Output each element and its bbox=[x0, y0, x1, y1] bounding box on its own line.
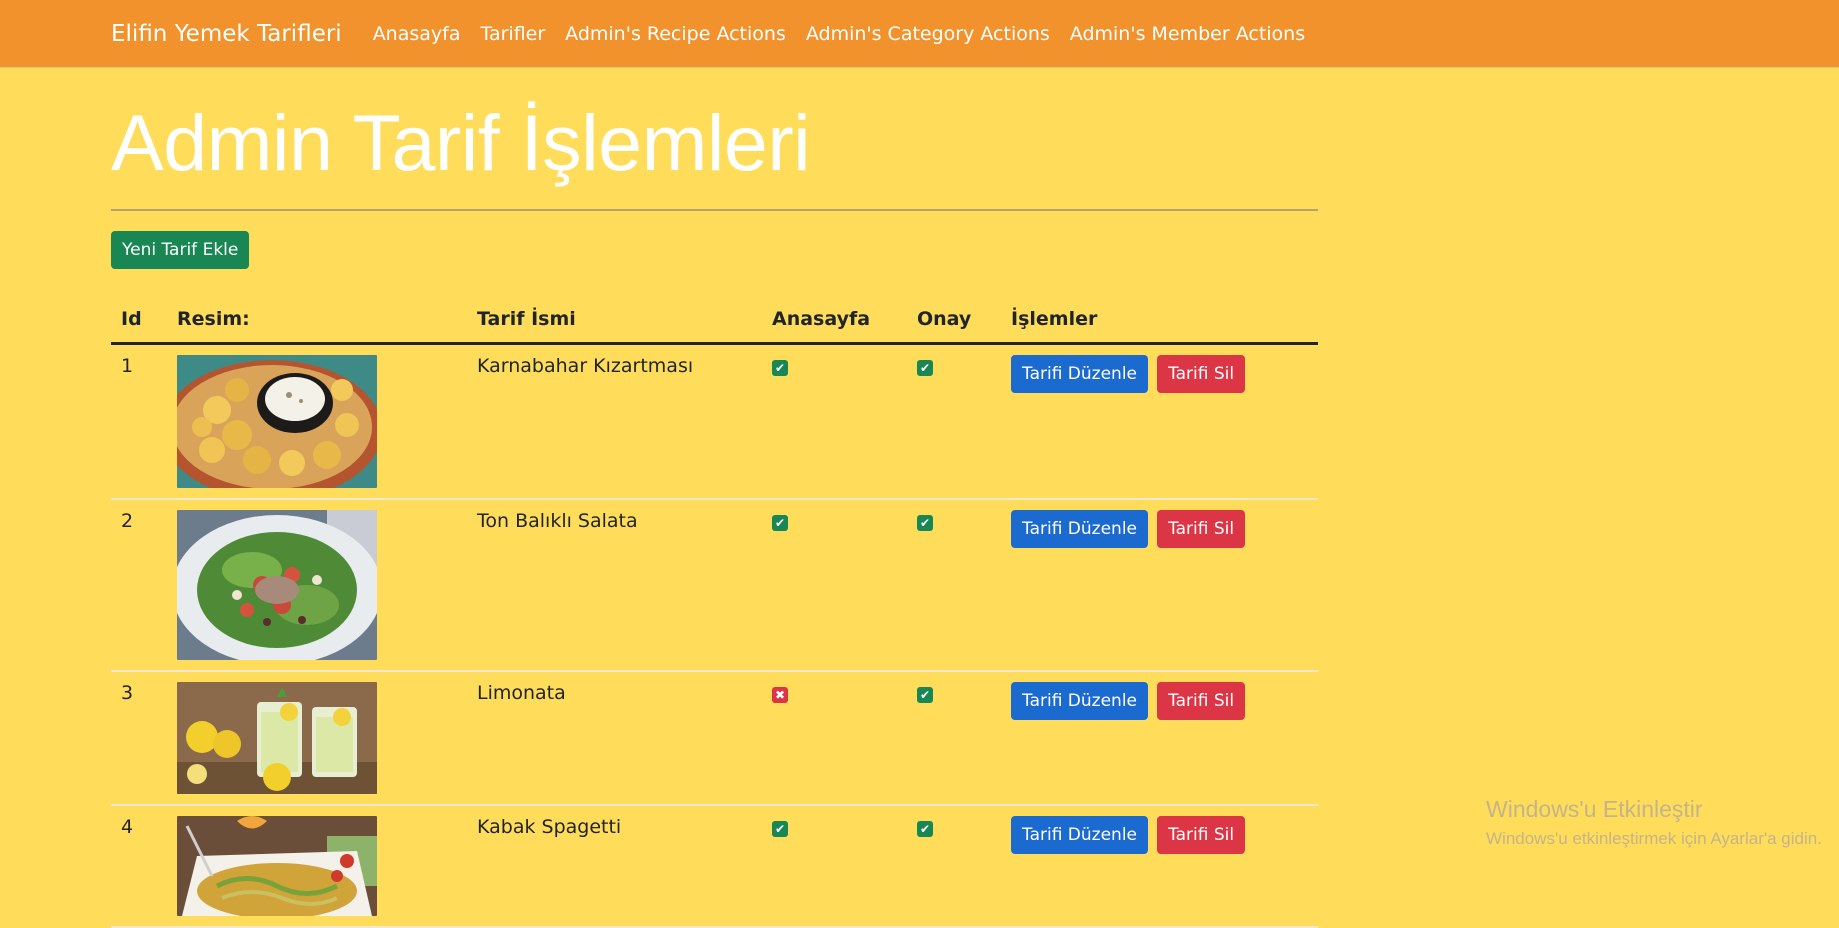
watermark-title: Windows'u Etkinleştir bbox=[1486, 796, 1703, 822]
header-homepage: Anasayfa bbox=[762, 299, 907, 345]
cell-id: 2 bbox=[111, 498, 167, 672]
recipe-image bbox=[177, 681, 377, 794]
check-icon: ✔ bbox=[917, 359, 933, 376]
table-row: 1 Karnabahar Kızartması ✔ ✔ Tarifi Düzen… bbox=[111, 343, 1318, 500]
nav-link-member-actions[interactable]: Admin's Member Actions bbox=[1070, 23, 1305, 45]
check-icon: ✔ bbox=[917, 514, 933, 531]
nav-link-anasayfa[interactable]: Anasayfa bbox=[373, 23, 461, 45]
check-icon: ✔ bbox=[917, 820, 933, 837]
recipe-image bbox=[177, 354, 377, 488]
table-row: 4 Kabak Spagetti ✔ ✔ Tarifi Düzenle Tari… bbox=[111, 804, 1318, 928]
check-icon: ✔ bbox=[772, 514, 788, 531]
table-header-row: Id Resim: Tarif İsmi Anasayfa Onay İşlem… bbox=[111, 299, 1318, 345]
watermark-subtitle: Windows'u etkinleştirmek için Ayarlar'a … bbox=[1486, 829, 1822, 848]
delete-recipe-button[interactable]: Tarifi Sil bbox=[1157, 681, 1246, 720]
header-image: Resim: bbox=[167, 299, 467, 345]
table-row: 2 Ton Balıklı Salata ✔ ✔ Tarifi Düzenle … bbox=[111, 498, 1318, 672]
table-row: 3 Limonata ✖ ✔ Tarifi Düzenle Tarifi Sil bbox=[111, 670, 1318, 806]
check-icon: ✔ bbox=[772, 359, 788, 376]
check-icon: ✔ bbox=[772, 820, 788, 837]
header-recipe-name: Tarif İsmi bbox=[467, 299, 762, 345]
cell-id: 4 bbox=[111, 804, 167, 928]
edit-recipe-button[interactable]: Tarifi Düzenle bbox=[1011, 681, 1149, 720]
main-content: Admin Tarif İşlemleri Yeni Tarif Ekle Id… bbox=[111, 68, 1318, 928]
page-title: Admin Tarif İşlemleri bbox=[111, 98, 811, 187]
nav-link-category-actions[interactable]: Admin's Category Actions bbox=[806, 23, 1050, 45]
cell-image bbox=[167, 343, 467, 500]
add-recipe-button[interactable]: Yeni Tarif Ekle bbox=[111, 230, 250, 269]
cell-recipe-name: Ton Balıklı Salata bbox=[467, 498, 762, 672]
delete-recipe-button[interactable]: Tarifi Sil bbox=[1157, 354, 1246, 393]
recipe-image bbox=[177, 815, 377, 916]
check-icon: ✔ bbox=[917, 686, 933, 703]
cell-actions: Tarifi Düzenle Tarifi Sil bbox=[1001, 670, 1318, 806]
delete-recipe-button[interactable]: Tarifi Sil bbox=[1157, 509, 1246, 548]
header-actions: İşlemler bbox=[1001, 299, 1318, 345]
recipes-table: Id Resim: Tarif İsmi Anasayfa Onay İşlem… bbox=[111, 299, 1318, 928]
cell-actions: Tarifi Düzenle Tarifi Sil bbox=[1001, 804, 1318, 928]
cell-approval: ✔ bbox=[907, 804, 1001, 928]
cell-homepage: ✔ bbox=[762, 343, 907, 500]
windows-activation-watermark: Windows'u Etkinleştir Windows'u etkinleş… bbox=[1486, 796, 1822, 849]
cell-homepage: ✔ bbox=[762, 498, 907, 672]
cell-approval: ✔ bbox=[907, 498, 1001, 672]
nav-link-recipe-actions[interactable]: Admin's Recipe Actions bbox=[565, 23, 786, 45]
cell-actions: Tarifi Düzenle Tarifi Sil bbox=[1001, 343, 1318, 500]
cell-image bbox=[167, 670, 467, 806]
cell-id: 1 bbox=[111, 343, 167, 500]
cell-id: 3 bbox=[111, 670, 167, 806]
cell-image bbox=[167, 804, 467, 928]
cell-recipe-name: Limonata bbox=[467, 670, 762, 806]
cell-actions: Tarifi Düzenle Tarifi Sil bbox=[1001, 498, 1318, 672]
top-navbar: Elifin Yemek Tarifleri Anasayfa Tarifler… bbox=[0, 0, 1839, 68]
edit-recipe-button[interactable]: Tarifi Düzenle bbox=[1011, 354, 1149, 393]
cell-image bbox=[167, 498, 467, 672]
edit-recipe-button[interactable]: Tarifi Düzenle bbox=[1011, 509, 1149, 548]
cell-homepage: ✔ bbox=[762, 804, 907, 928]
cell-recipe-name: Kabak Spagetti bbox=[467, 804, 762, 928]
header-approval: Onay bbox=[907, 299, 1001, 345]
recipe-image bbox=[177, 509, 377, 660]
header-id: Id bbox=[111, 299, 167, 345]
navbar-brand[interactable]: Elifin Yemek Tarifleri bbox=[111, 21, 342, 47]
cell-recipe-name: Karnabahar Kızartması bbox=[467, 343, 762, 500]
cell-homepage: ✖ bbox=[762, 670, 907, 806]
close-icon: ✖ bbox=[772, 686, 788, 703]
delete-recipe-button[interactable]: Tarifi Sil bbox=[1157, 815, 1246, 854]
edit-recipe-button[interactable]: Tarifi Düzenle bbox=[1011, 815, 1149, 854]
cell-approval: ✔ bbox=[907, 670, 1001, 806]
nav-link-tarifler[interactable]: Tarifler bbox=[481, 23, 546, 45]
title-divider bbox=[111, 208, 1318, 211]
cell-approval: ✔ bbox=[907, 343, 1001, 500]
